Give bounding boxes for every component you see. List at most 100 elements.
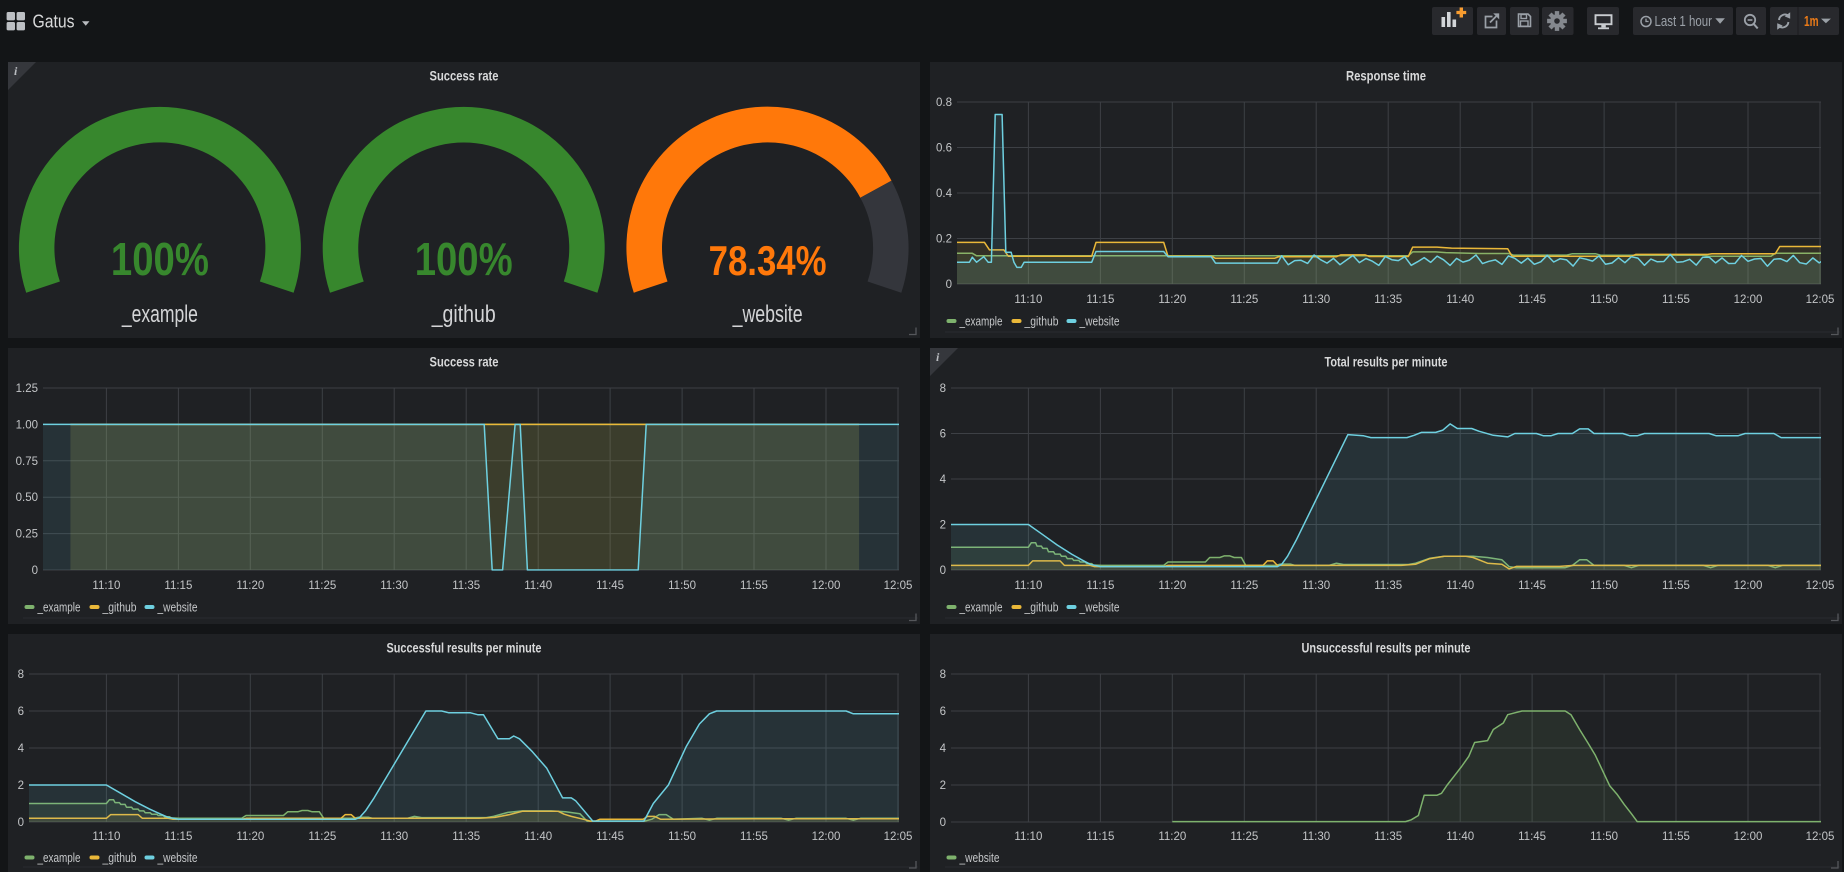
svg-text:11:50: 11:50 [1590, 294, 1618, 306]
svg-text:_website: _website [1078, 600, 1119, 614]
svg-text:11:45: 11:45 [1518, 294, 1546, 306]
svg-text:0.25: 0.25 [16, 528, 38, 540]
svg-text:11:15: 11:15 [1086, 831, 1114, 843]
svg-text:11:45: 11:45 [596, 831, 624, 843]
svg-text:0: 0 [945, 279, 951, 291]
svg-text:6: 6 [18, 706, 24, 718]
svg-text:0.75: 0.75 [16, 455, 38, 467]
svg-text:11:40: 11:40 [1446, 580, 1474, 592]
svg-text:4: 4 [939, 743, 946, 755]
svg-text:11:25: 11:25 [1230, 831, 1258, 843]
svg-text:6: 6 [939, 428, 945, 440]
svg-text:_website: _website [958, 851, 999, 865]
svg-text:_website: _website [732, 301, 803, 328]
svg-text:11:50: 11:50 [1590, 580, 1618, 592]
svg-text:11:40: 11:40 [1446, 294, 1474, 306]
svg-text:12:05: 12:05 [884, 831, 913, 843]
svg-text:11:30: 11:30 [1302, 831, 1330, 843]
svg-text:11:25: 11:25 [1230, 580, 1258, 592]
svg-text:0.2: 0.2 [936, 233, 952, 245]
svg-text:11:35: 11:35 [1374, 294, 1402, 306]
svg-text:11:40: 11:40 [524, 831, 552, 843]
svg-text:11:40: 11:40 [1446, 831, 1474, 843]
svg-text:12:05: 12:05 [1805, 831, 1834, 843]
svg-text:11:35: 11:35 [1374, 831, 1402, 843]
svg-text:11:45: 11:45 [1518, 831, 1546, 843]
svg-text:8: 8 [939, 383, 945, 395]
svg-text:11:20: 11:20 [1158, 580, 1186, 592]
svg-text:_example: _example [121, 301, 198, 328]
svg-text:11:55: 11:55 [740, 831, 768, 843]
svg-text:_github: _github [1023, 600, 1058, 614]
svg-text:0: 0 [939, 817, 945, 829]
svg-text:11:10: 11:10 [1014, 831, 1042, 843]
svg-text:Response time: Response time [1346, 67, 1426, 83]
svg-text:11:30: 11:30 [1302, 580, 1330, 592]
svg-text:100%: 100% [415, 233, 513, 285]
svg-text:0.4: 0.4 [936, 188, 953, 200]
svg-text:11:50: 11:50 [668, 580, 696, 592]
svg-text:2: 2 [939, 780, 945, 792]
svg-text:11:15: 11:15 [164, 580, 192, 592]
svg-text:4: 4 [939, 474, 946, 486]
svg-text:1.25: 1.25 [16, 383, 38, 395]
svg-text:11:25: 11:25 [1230, 294, 1258, 306]
svg-text:_example: _example [958, 314, 1002, 328]
svg-text:0.6: 0.6 [936, 142, 952, 154]
svg-text:6: 6 [939, 706, 945, 718]
svg-text:4: 4 [18, 743, 25, 755]
svg-text:Success rate: Success rate [430, 67, 499, 83]
svg-text:Total results per minute: Total results per minute [1324, 353, 1447, 369]
svg-text:12:00: 12:00 [1733, 831, 1762, 843]
svg-text:11:10: 11:10 [1014, 580, 1042, 592]
svg-text:_example: _example [37, 851, 81, 865]
svg-text:Gatus: Gatus [33, 11, 75, 31]
svg-text:11:35: 11:35 [1374, 580, 1402, 592]
svg-text:11:20: 11:20 [236, 831, 264, 843]
svg-text:8: 8 [939, 669, 945, 681]
svg-text:11:30: 11:30 [1302, 294, 1330, 306]
svg-text:11:55: 11:55 [740, 580, 768, 592]
svg-text:11:25: 11:25 [308, 831, 336, 843]
svg-text:12:05: 12:05 [1805, 294, 1834, 306]
svg-text:_example: _example [37, 600, 81, 614]
svg-text:_website: _website [1078, 314, 1119, 328]
svg-text:12:00: 12:00 [1733, 294, 1762, 306]
svg-text:_github: _github [431, 301, 496, 328]
svg-text:12:00: 12:00 [812, 831, 841, 843]
svg-text:0: 0 [939, 565, 945, 577]
svg-text:11:45: 11:45 [1518, 580, 1546, 592]
svg-text:11:55: 11:55 [1662, 580, 1690, 592]
svg-text:100%: 100% [111, 233, 209, 285]
svg-text:0.50: 0.50 [16, 492, 38, 504]
svg-text:11:55: 11:55 [1662, 831, 1690, 843]
svg-text:Unsuccessful results per minut: Unsuccessful results per minute [1301, 639, 1470, 655]
svg-text:12:05: 12:05 [884, 580, 913, 592]
svg-text:78.34%: 78.34% [709, 237, 827, 284]
svg-text:0.8: 0.8 [936, 97, 952, 109]
svg-text:_github: _github [1023, 314, 1058, 328]
svg-text:Successful results per minute: Successful results per minute [387, 639, 542, 655]
svg-text:11:40: 11:40 [524, 580, 552, 592]
svg-text:8: 8 [18, 669, 24, 681]
svg-text:0: 0 [32, 565, 38, 577]
svg-text:11:50: 11:50 [668, 831, 696, 843]
svg-text:2: 2 [18, 780, 24, 792]
svg-text:11:15: 11:15 [1086, 294, 1114, 306]
svg-text:11:35: 11:35 [452, 580, 480, 592]
svg-text:Last 1 hour: Last 1 hour [1655, 14, 1713, 30]
svg-text:11:15: 11:15 [1086, 580, 1114, 592]
svg-text:_website: _website [157, 600, 198, 614]
svg-text:12:00: 12:00 [812, 580, 841, 592]
svg-text:11:30: 11:30 [380, 831, 408, 843]
svg-text:11:10: 11:10 [1014, 294, 1042, 306]
svg-text:12:05: 12:05 [1805, 580, 1834, 592]
svg-text:11:20: 11:20 [236, 580, 264, 592]
svg-text:_github: _github [102, 851, 137, 865]
svg-text:11:50: 11:50 [1590, 831, 1618, 843]
svg-text:11:10: 11:10 [92, 580, 120, 592]
svg-text:2: 2 [939, 519, 945, 531]
svg-text:_example: _example [958, 600, 1002, 614]
svg-text:11:35: 11:35 [452, 831, 480, 843]
svg-text:0: 0 [18, 817, 24, 829]
